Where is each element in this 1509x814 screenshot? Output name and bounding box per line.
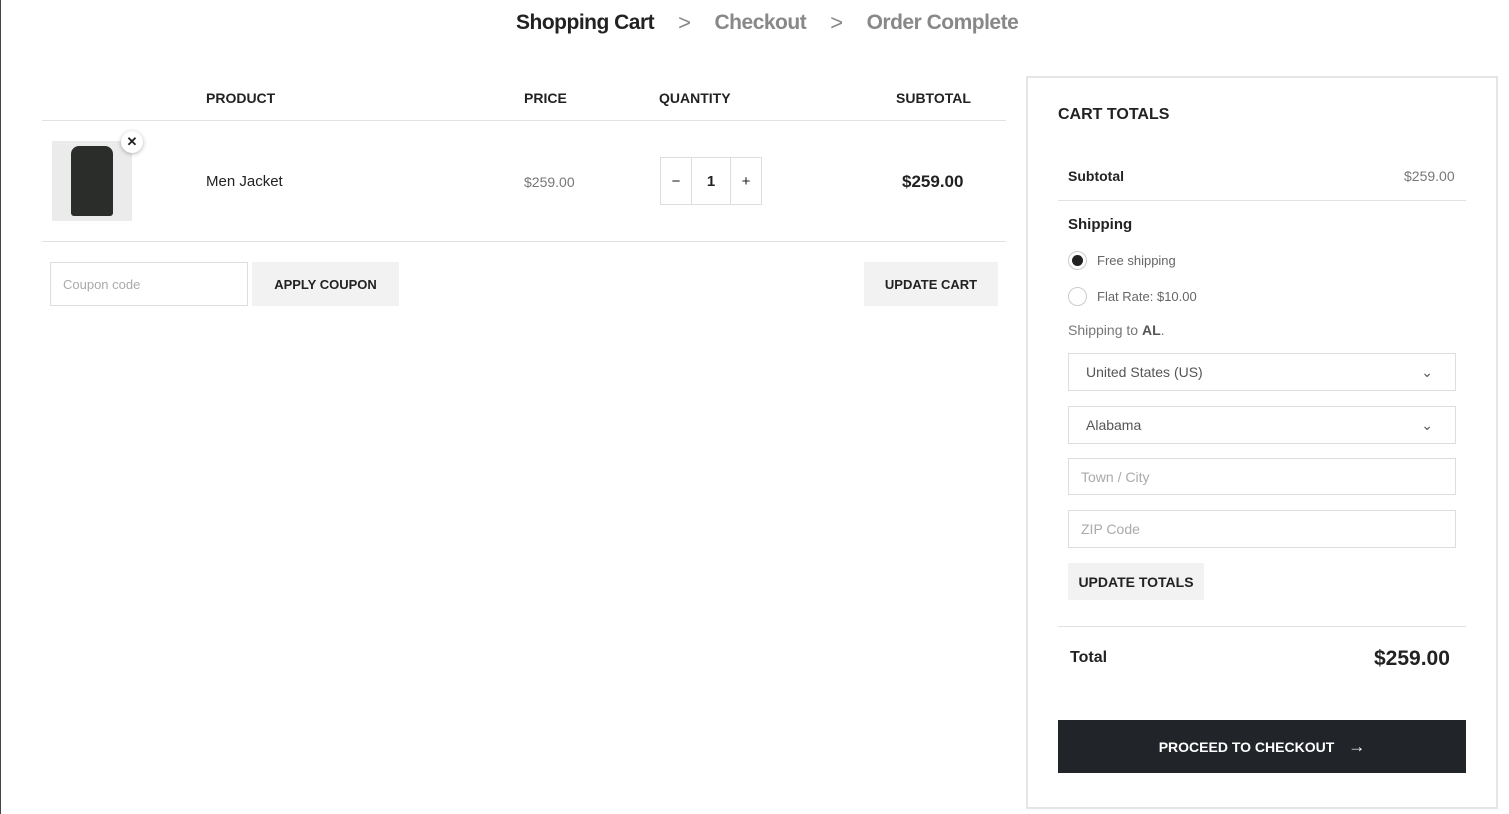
product-subtotal: $259.00	[902, 172, 963, 192]
ship-dot: .	[1161, 322, 1165, 338]
step-shopping-cart[interactable]: Shopping Cart	[516, 11, 654, 35]
arrow-right-icon: →	[1348, 737, 1365, 757]
divider	[42, 241, 1006, 242]
divider	[42, 120, 1006, 121]
subtotal-value: $259.00	[1404, 168, 1455, 184]
state-select[interactable]: Alabama ⌄	[1068, 406, 1456, 444]
shipping-label: Shipping	[1068, 216, 1132, 233]
header-product: PRODUCT	[206, 90, 275, 106]
free-shipping-label: Free shipping	[1097, 253, 1176, 268]
ship-state: AL	[1142, 322, 1161, 338]
increase-button[interactable]: +	[731, 158, 761, 204]
checkout-steps: Shopping Cart > Checkout > Order Complet…	[516, 10, 1018, 36]
close-icon: ✕	[127, 134, 138, 150]
product-thumbnail[interactable]	[52, 141, 132, 221]
state-value: Alabama	[1086, 417, 1141, 433]
divider	[1058, 626, 1466, 627]
radio-unselected[interactable]	[1068, 287, 1087, 306]
step-checkout[interactable]: Checkout	[715, 11, 807, 35]
quantity-value[interactable]: 1	[691, 158, 731, 204]
header-quantity: QUANTITY	[659, 90, 731, 106]
city-input[interactable]: Town / City	[1068, 458, 1456, 495]
total-value: $259.00	[1374, 647, 1450, 671]
jacket-image	[71, 146, 113, 216]
update-cart-button[interactable]: UPDATE CART	[864, 262, 998, 306]
product-name[interactable]: Men Jacket	[206, 173, 283, 190]
free-shipping-option[interactable]: Free shipping	[1068, 251, 1176, 270]
quantity-stepper[interactable]: − 1 +	[660, 157, 762, 205]
ship-to-text: Shipping to	[1068, 322, 1142, 338]
checkout-label: PROCEED TO CHECKOUT	[1159, 739, 1335, 755]
flat-rate-option[interactable]: Flat Rate: $10.00	[1068, 287, 1197, 306]
chevron-down-icon: ⌄	[1421, 417, 1433, 434]
divider	[1058, 200, 1466, 201]
header-price: PRICE	[524, 90, 567, 106]
step-order-complete[interactable]: Order Complete	[867, 11, 1019, 35]
total-label: Total	[1070, 649, 1107, 667]
shipping-destination: Shipping to AL.	[1068, 322, 1165, 338]
proceed-to-checkout-button[interactable]: PROCEED TO CHECKOUT →	[1058, 720, 1466, 773]
chevron-right-icon: >	[830, 10, 842, 36]
chevron-right-icon: >	[678, 10, 690, 36]
header-subtotal: SUBTOTAL	[896, 90, 971, 106]
decrease-button[interactable]: −	[661, 158, 691, 204]
apply-coupon-button[interactable]: APPLY COUPON	[252, 262, 399, 306]
subtotal-label: Subtotal	[1068, 168, 1124, 184]
product-price: $259.00	[524, 174, 575, 190]
country-select[interactable]: United States (US) ⌄	[1068, 353, 1456, 391]
update-totals-button[interactable]: UPDATE TOTALS	[1068, 563, 1204, 600]
radio-selected[interactable]	[1068, 251, 1087, 270]
cart-totals-title: CART TOTALS	[1058, 106, 1169, 124]
coupon-input[interactable]: Coupon code	[50, 262, 248, 306]
chevron-down-icon: ⌄	[1421, 364, 1433, 381]
zip-input[interactable]: ZIP Code	[1068, 510, 1456, 548]
country-value: United States (US)	[1086, 364, 1203, 380]
flat-rate-label: Flat Rate: $10.00	[1097, 289, 1197, 304]
remove-item-button[interactable]: ✕	[121, 131, 143, 153]
